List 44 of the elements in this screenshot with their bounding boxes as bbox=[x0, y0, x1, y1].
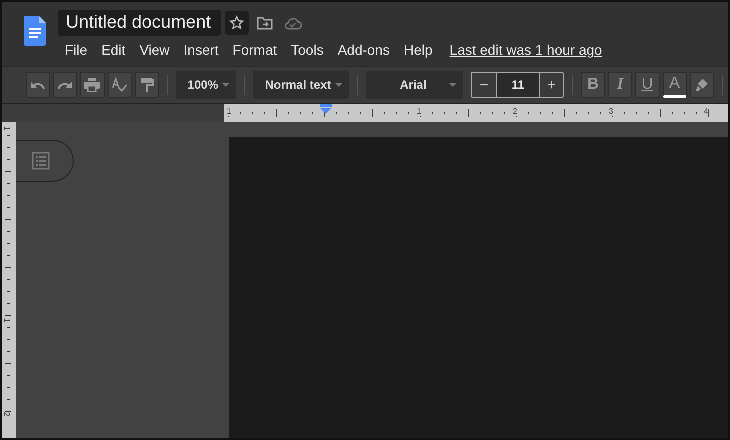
printer-icon bbox=[84, 78, 100, 92]
ruler-number: 2 bbox=[513, 107, 518, 116]
menu-item[interactable]: Format bbox=[226, 40, 284, 60]
ruler-number: 1 bbox=[417, 107, 422, 116]
paint-format-button[interactable] bbox=[134, 72, 159, 98]
menu-item[interactable]: Help bbox=[396, 40, 440, 60]
highlighter-button[interactable] bbox=[690, 72, 714, 98]
caret-icon bbox=[334, 83, 343, 87]
ruler-number: 1 bbox=[227, 107, 232, 116]
ruler-number: 1 bbox=[2, 318, 12, 323]
list-icon bbox=[32, 152, 50, 170]
menu-item[interactable]: Tools bbox=[284, 40, 331, 60]
font-dropdown[interactable]: Arial bbox=[366, 71, 464, 99]
font-size-field[interactable]: 11 bbox=[496, 73, 540, 97]
redo-button[interactable] bbox=[53, 72, 78, 98]
document-icon[interactable] bbox=[24, 16, 46, 46]
menu-item[interactable]: Edit bbox=[94, 40, 133, 60]
font-size-control[interactable]: − 11 + bbox=[471, 72, 564, 98]
caret-icon bbox=[449, 83, 458, 87]
decrease-size-button[interactable]: − bbox=[472, 73, 496, 97]
undo-button[interactable] bbox=[26, 72, 50, 98]
ruler-number: 4 bbox=[704, 107, 708, 116]
redo-icon bbox=[57, 80, 74, 90]
ruler-number: 3 bbox=[609, 107, 614, 116]
paint-roller-icon bbox=[140, 77, 154, 93]
spellcheck-icon bbox=[112, 77, 128, 93]
undo-icon bbox=[30, 80, 46, 90]
document-title[interactable]: Untitled document bbox=[58, 10, 222, 36]
caret-icon bbox=[222, 83, 230, 87]
menu-item[interactable]: File bbox=[58, 40, 95, 60]
style-dropdown[interactable]: Normal text bbox=[253, 71, 349, 99]
increase-size-button[interactable]: + bbox=[539, 73, 564, 97]
menu-item[interactable]: View bbox=[132, 40, 177, 60]
menu-item[interactable]: Add-ons bbox=[330, 40, 397, 60]
outline-button[interactable] bbox=[16, 140, 74, 182]
last-edit-link[interactable]: Last edit was 1 hour ago bbox=[450, 42, 602, 58]
ruler-number: 1 bbox=[2, 126, 12, 131]
marker-icon bbox=[694, 78, 709, 92]
print-button[interactable] bbox=[80, 72, 105, 98]
menu-item[interactable]: Insert bbox=[176, 40, 226, 60]
spellcheck-button[interactable] bbox=[108, 72, 132, 98]
indent-marker-icon[interactable] bbox=[320, 104, 332, 114]
ruler-number: 2 bbox=[2, 412, 12, 417]
zoom-dropdown[interactable]: 100% bbox=[176, 71, 236, 99]
